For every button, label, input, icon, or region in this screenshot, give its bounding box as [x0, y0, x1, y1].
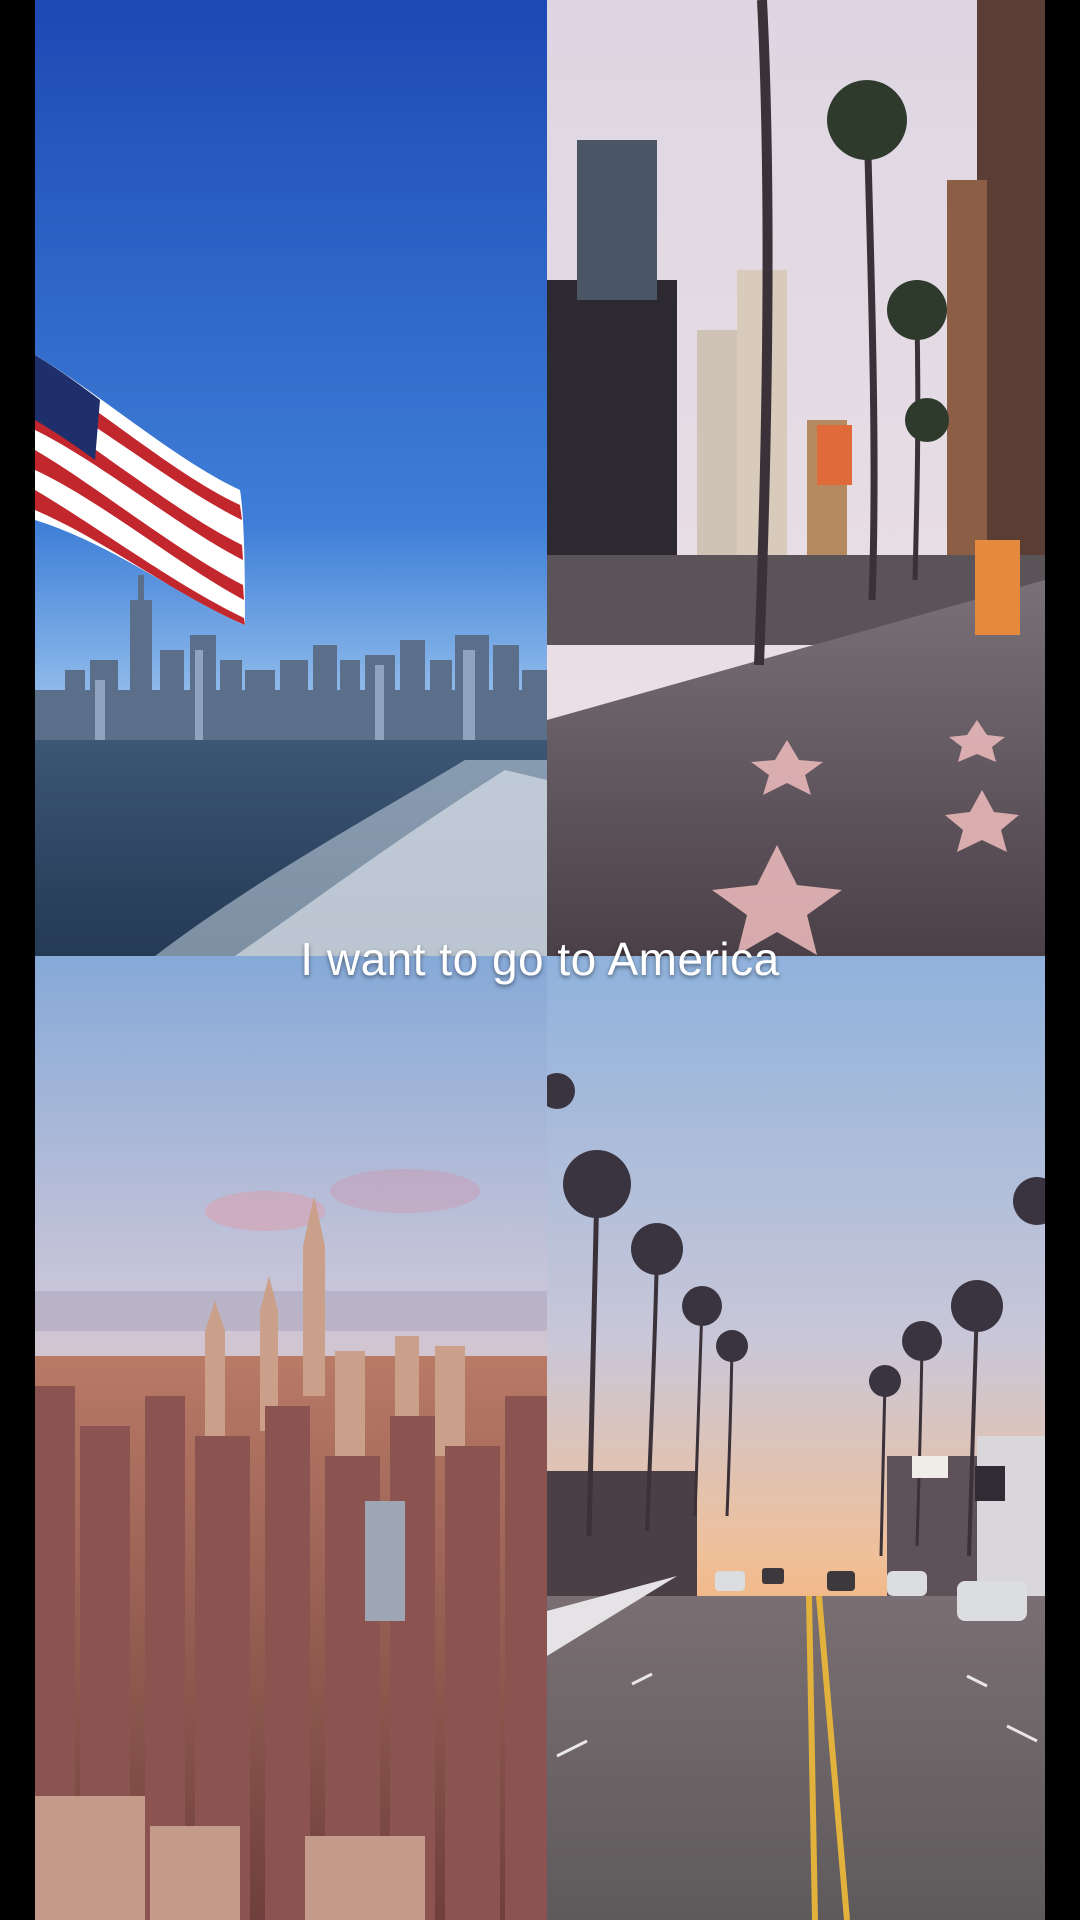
photo-hollywood-walk — [547, 0, 1045, 956]
manhattan-skyline-image — [35, 956, 547, 1920]
photo-manhattan-skyline — [35, 956, 547, 1920]
hollywood-walk-image — [547, 0, 1045, 956]
nyc-harbor-image — [35, 0, 547, 956]
photo-nyc-harbor — [35, 0, 547, 956]
photo-palm-boulevard — [547, 956, 1045, 1920]
palm-boulevard-image — [547, 956, 1045, 1920]
collage — [35, 0, 1045, 1920]
